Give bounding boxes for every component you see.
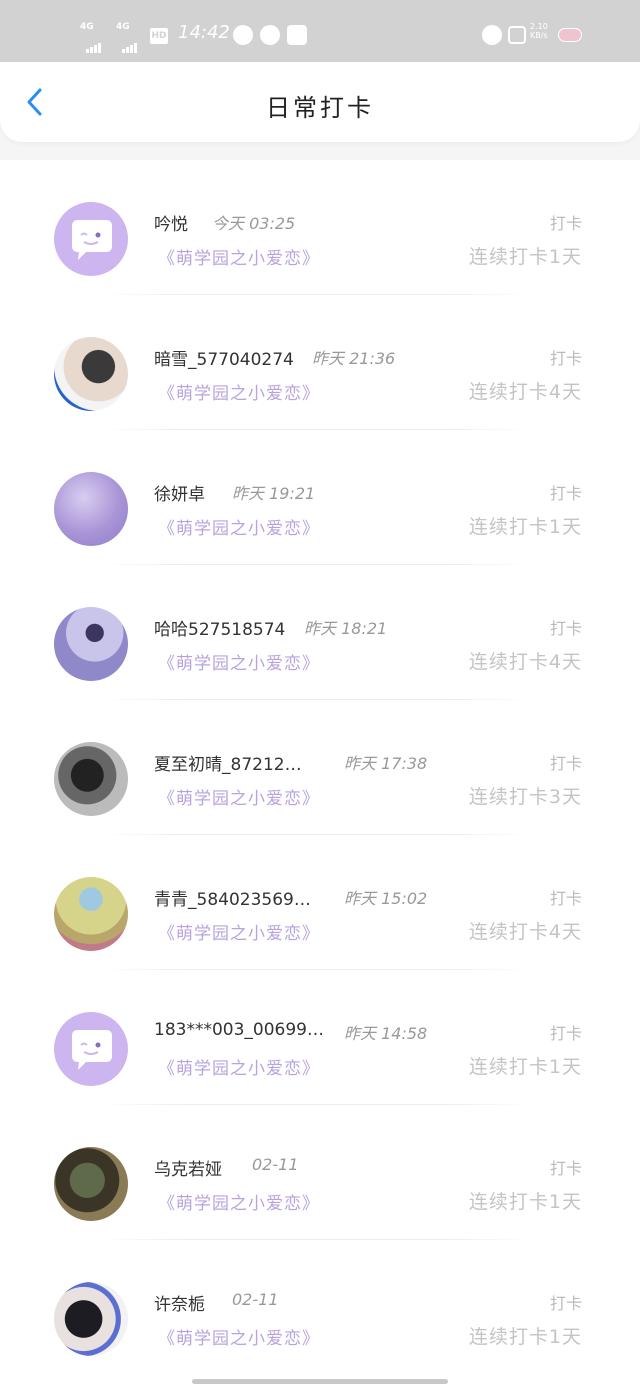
checkin-list: 吟悦 今天 03:25 《萌学园之小爱恋》 打卡 连续打卡1天 暗雪_57704… <box>0 160 640 1387</box>
avatar[interactable] <box>54 742 128 816</box>
user-name: 乌克若娅 <box>154 1160 222 1180</box>
signal-label: 4G <box>116 22 130 32</box>
checkin-label: 打卡 <box>549 754 582 773</box>
wechat-icon <box>233 25 253 45</box>
checkin-label: 打卡 <box>549 889 582 908</box>
checkin-label: 打卡 <box>549 1159 582 1178</box>
checkin-label: 打卡 <box>549 349 582 368</box>
user-name: 夏至初晴_87212… <box>154 755 302 775</box>
checkin-label: 打卡 <box>549 1294 582 1313</box>
checkin-time: 昨天 21:36 <box>312 349 396 368</box>
checkin-time: 02-11 <box>232 1290 279 1309</box>
user-name: 徐妍卓 <box>154 485 205 505</box>
page-title: 日常打卡 <box>266 94 374 122</box>
checkin-time: 今天 03:25 <box>212 214 296 233</box>
book-title[interactable]: 《萌学园之小爱恋》 <box>158 244 320 269</box>
signal-icon: 4G <box>80 22 108 53</box>
list-item[interactable]: 183***003_00699… 昨天 14:58 《萌学园之小爱恋》 打卡 连… <box>0 970 640 1105</box>
book-title[interactable]: 《萌学园之小爱恋》 <box>158 784 320 809</box>
streak-label: 连续打卡1天 <box>468 516 582 538</box>
avatar[interactable] <box>54 202 128 276</box>
streak-label: 连续打卡1天 <box>468 1326 582 1348</box>
book-title[interactable]: 《萌学园之小爱恋》 <box>158 649 320 674</box>
list-item[interactable]: 夏至初晴_87212… 昨天 17:38 《萌学园之小爱恋》 打卡 连续打卡3天 <box>0 700 640 835</box>
user-name: 吟悦 <box>154 215 188 235</box>
net-speed: 2.10 KB/s <box>530 22 548 40</box>
signal-label: 4G <box>80 22 94 32</box>
user-name: 哈哈527518574 <box>154 620 286 640</box>
mute-icon <box>508 26 526 44</box>
checkin-label: 打卡 <box>549 484 582 503</box>
user-name: 183***003_00699… <box>154 1020 324 1040</box>
avatar[interactable] <box>54 472 128 546</box>
avatar[interactable] <box>54 1282 128 1356</box>
list-item[interactable]: 徐妍卓 昨天 19:21 《萌学园之小爱恋》 打卡 连续打卡1天 <box>0 430 640 565</box>
streak-label: 连续打卡4天 <box>468 381 582 403</box>
book-title[interactable]: 《萌学园之小爱恋》 <box>158 1189 320 1214</box>
compass-icon <box>260 25 280 45</box>
avatar[interactable] <box>54 337 128 411</box>
chat-bubble-icon <box>72 220 112 260</box>
streak-label: 连续打卡4天 <box>468 651 582 673</box>
home-indicator[interactable] <box>192 1379 448 1384</box>
status-bar: 4G 4G HD 14:42 2.10 KB/s <box>0 0 640 62</box>
user-name: 许奈栀 <box>154 1295 205 1315</box>
avatar[interactable] <box>54 1147 128 1221</box>
book-title[interactable]: 《萌学园之小爱恋》 <box>158 379 320 404</box>
chat-bubble-icon <box>72 1030 112 1070</box>
list-item[interactable]: 青青_584023569… 昨天 15:02 《萌学园之小爱恋》 打卡 连续打卡… <box>0 835 640 970</box>
list-item[interactable]: 许奈栀 02-11 《萌学园之小爱恋》 打卡 连续打卡1天 <box>0 1240 640 1375</box>
avatar[interactable] <box>54 1012 128 1086</box>
book-title[interactable]: 《萌学园之小爱恋》 <box>158 1324 320 1349</box>
checkin-time: 昨天 18:21 <box>304 619 388 638</box>
checkin-time: 昨天 14:58 <box>344 1024 428 1043</box>
checkin-label: 打卡 <box>549 1024 582 1043</box>
signal-icon: 4G <box>116 22 144 53</box>
list-item[interactable]: 暗雪_577040274 昨天 21:36 《萌学园之小爱恋》 打卡 连续打卡4… <box>0 295 640 430</box>
book-title[interactable]: 《萌学园之小爱恋》 <box>158 1054 320 1079</box>
header: 日常打卡 <box>0 62 640 142</box>
avatar[interactable] <box>54 877 128 951</box>
book-title[interactable]: 《萌学园之小爱恋》 <box>158 514 320 539</box>
streak-label: 连续打卡4天 <box>468 921 582 943</box>
list-item[interactable]: 乌克若娅 02-11 《萌学园之小爱恋》 打卡 连续打卡1天 <box>0 1105 640 1240</box>
checkin-time: 02-11 <box>252 1155 299 1174</box>
checkin-time: 昨天 15:02 <box>344 889 428 908</box>
checkin-label: 打卡 <box>549 214 582 233</box>
hd-icon: HD <box>150 28 168 44</box>
alarm-icon <box>482 25 502 45</box>
checkin-label: 打卡 <box>549 619 582 638</box>
avatar[interactable] <box>54 607 128 681</box>
list-item[interactable]: 哈哈527518574 昨天 18:21 《萌学园之小爱恋》 打卡 连续打卡4天 <box>0 565 640 700</box>
battery-icon <box>558 28 582 42</box>
list-item[interactable]: 吟悦 今天 03:25 《萌学园之小爱恋》 打卡 连续打卡1天 <box>0 160 640 295</box>
streak-label: 连续打卡1天 <box>468 1191 582 1213</box>
streak-label: 连续打卡1天 <box>468 246 582 268</box>
streak-label: 连续打卡3天 <box>468 786 582 808</box>
gallery-icon <box>287 25 307 45</box>
user-name: 青青_584023569… <box>154 890 311 910</box>
checkin-time: 昨天 17:38 <box>344 754 428 773</box>
user-name: 暗雪_577040274 <box>154 350 294 370</box>
streak-label: 连续打卡1天 <box>468 1056 582 1078</box>
status-time: 14:42 <box>178 22 230 43</box>
checkin-time: 昨天 19:21 <box>232 484 316 503</box>
book-title[interactable]: 《萌学园之小爱恋》 <box>158 919 320 944</box>
